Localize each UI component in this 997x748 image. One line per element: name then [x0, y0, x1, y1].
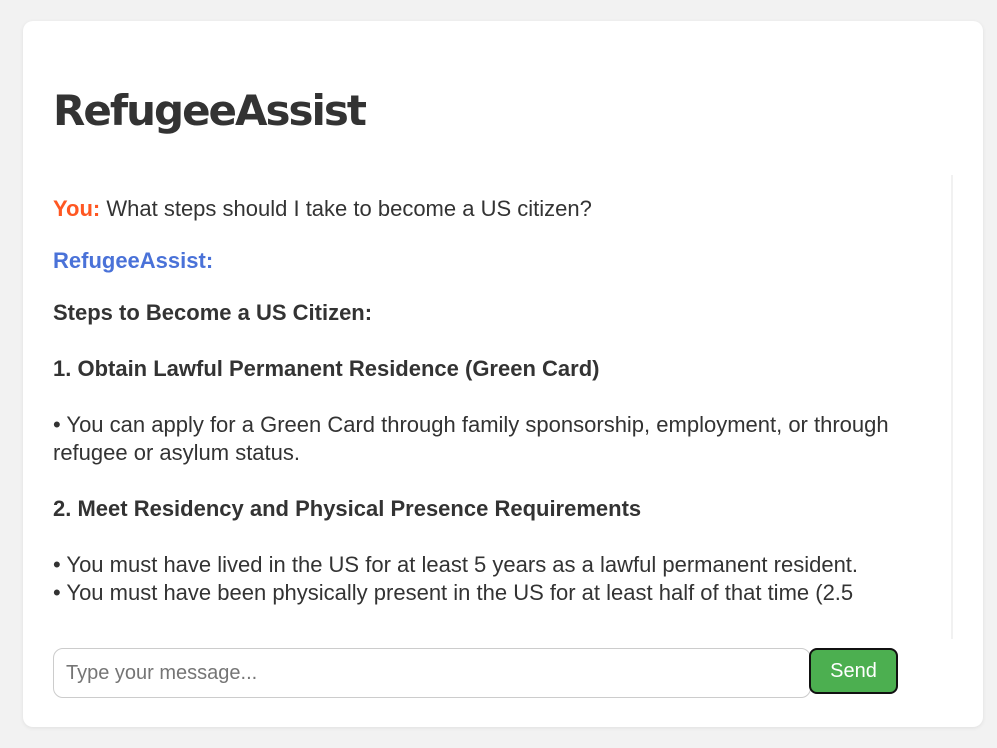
step-bullets: • You can apply for a Green Card through…	[53, 411, 925, 467]
bullet-item: • You must have been physically present …	[53, 580, 854, 605]
app-title: RefugeeAssist	[53, 86, 367, 135]
user-message: You: What steps should I take to become …	[53, 195, 925, 223]
user-message-text: What steps should I take to become a US …	[106, 196, 592, 221]
step-heading: 1. Obtain Lawful Permanent Residence (Gr…	[53, 356, 600, 381]
chat-history[interactable]: You: What steps should I take to become …	[53, 175, 953, 639]
step-heading: 2. Meet Residency and Physical Presence …	[53, 496, 642, 521]
bot-label-row: RefugeeAssist:	[53, 247, 925, 275]
bullet-item: • You must have lived in the US for at l…	[53, 552, 859, 577]
chat-card: RefugeeAssist You: What steps should I t…	[23, 21, 983, 727]
message-input[interactable]	[53, 648, 811, 698]
scroll-down-arrow-icon[interactable]: ▼	[951, 617, 953, 639]
bullet-item: • You can apply for a Green Card through…	[53, 412, 889, 465]
send-button[interactable]: Send	[809, 648, 898, 694]
response-title: Steps to Become a US Citizen:	[53, 300, 373, 325]
chat-content: You: What steps should I take to become …	[53, 195, 925, 635]
bot-response: Steps to Become a US Citizen: 1. Obtain …	[53, 299, 925, 607]
scroll-up-arrow-icon[interactable]: ▲	[951, 175, 953, 197]
step-bullets: • You must have lived in the US for at l…	[53, 551, 925, 607]
chat-scrollbar[interactable]: ▲ ▼	[951, 175, 953, 639]
user-label: You:	[53, 196, 101, 221]
composer: Send	[53, 648, 903, 698]
bot-label: RefugeeAssist:	[53, 248, 214, 273]
